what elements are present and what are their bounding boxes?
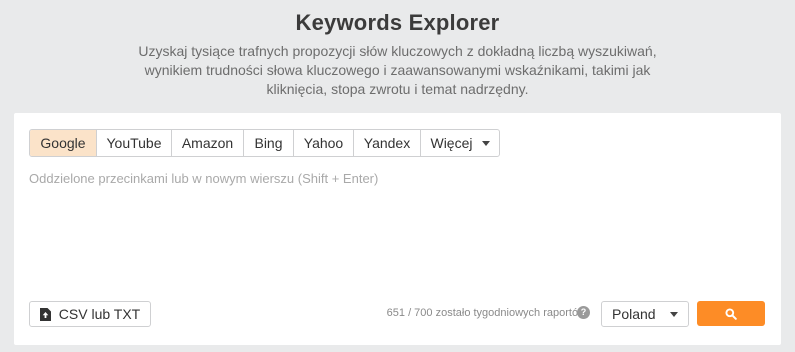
subtitle-line: kliknięcia, stopa zwrotu i temat nadrzęd… <box>266 81 529 97</box>
tab-google[interactable]: Google <box>30 130 97 156</box>
tab-yahoo[interactable]: Yahoo <box>294 130 354 156</box>
caret-down-icon <box>481 140 490 146</box>
keywords-textarea[interactable] <box>29 171 764 281</box>
tab-bing[interactable]: Bing <box>244 130 294 156</box>
tab-youtube[interactable]: YouTube <box>97 130 172 156</box>
upload-file-label: CSV lub TXT <box>58 306 141 322</box>
page-subtitle: Uzyskaj tysiące trafnych propozycji słów… <box>0 42 795 99</box>
upload-file-button[interactable]: CSV lub TXT <box>29 301 151 327</box>
help-icon[interactable]: ? <box>577 306 590 319</box>
country-select[interactable]: Poland <box>601 301 689 327</box>
tab-amazon[interactable]: Amazon <box>172 130 244 156</box>
subtitle-line: wynikiem trudności słowa kluczowego i za… <box>144 62 651 78</box>
subtitle-line: Uzyskaj tysiące trafnych propozycji słów… <box>138 43 657 59</box>
tab-more-label: Więcej <box>430 135 473 151</box>
country-select-value: Poland <box>612 306 656 322</box>
chevron-down-icon <box>670 311 678 317</box>
search-engine-tabs: Google YouTube Amazon Bing Yahoo Yandex … <box>29 129 500 157</box>
search-button[interactable] <box>697 301 765 326</box>
page-title: Keywords Explorer <box>295 10 500 35</box>
upload-icon <box>39 307 51 321</box>
reports-remaining-text: 651 / 700 zostało tygodniowych raportów <box>386 307 586 319</box>
tab-more[interactable]: Więcej <box>421 130 499 156</box>
search-icon <box>725 307 737 320</box>
keywords-input-panel: Google YouTube Amazon Bing Yahoo Yandex … <box>14 113 781 345</box>
tab-yandex[interactable]: Yandex <box>354 130 421 156</box>
